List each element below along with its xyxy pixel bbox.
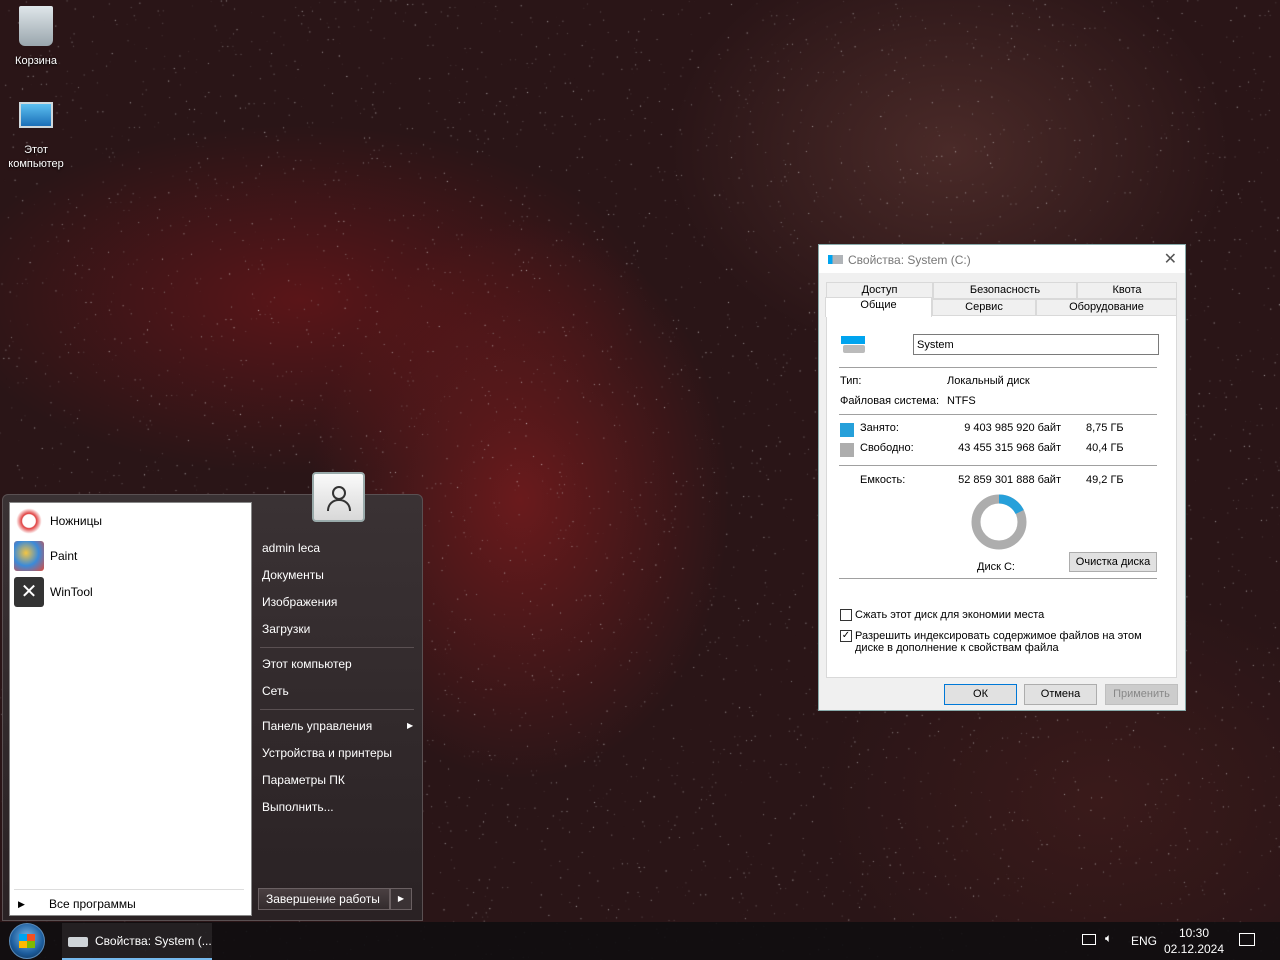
volume-name-input[interactable]: [913, 334, 1159, 355]
clock[interactable]: 10:30 02.12.2024: [1160, 925, 1228, 957]
notifications-icon[interactable]: [1239, 933, 1255, 946]
windows-logo-icon: [19, 934, 35, 948]
separator: [839, 465, 1157, 466]
menu-item-pc-settings[interactable]: Параметры ПК: [262, 773, 345, 787]
separator: [260, 709, 414, 710]
program-wintool[interactable]: ✕ WinTool: [14, 576, 93, 608]
clock-time: 10:30: [1178, 926, 1210, 940]
used-color-swatch: [840, 423, 854, 437]
menu-item-user[interactable]: admin leca: [262, 541, 320, 555]
taskbar-task-properties[interactable]: Свойства: System (...: [62, 923, 212, 960]
close-icon[interactable]: ✕: [1164, 249, 1177, 269]
compress-label: Сжать этот диск для экономии места: [855, 609, 1045, 621]
menu-item-documents[interactable]: Документы: [262, 568, 324, 582]
capacity-gb: 49,2 ГБ: [1086, 474, 1124, 486]
program-label: WinTool: [50, 585, 93, 599]
cancel-button[interactable]: Отмена: [1024, 684, 1097, 705]
used-gb: 8,75 ГБ: [1086, 422, 1124, 434]
start-menu-programs: Ножницы Paint ✕ WinTool ▶ Все программы: [9, 502, 252, 916]
all-programs-label: Все программы: [49, 897, 136, 911]
shutdown-options-button[interactable]: ▶: [390, 888, 412, 910]
separator: [839, 578, 1157, 579]
program-snipping-tool[interactable]: Ножницы: [14, 505, 102, 537]
all-programs-button[interactable]: ▶ Все программы: [18, 896, 244, 914]
menu-item-downloads[interactable]: Загрузки: [262, 622, 310, 636]
recycle-bin-icon: [19, 6, 53, 46]
free-bytes: 43 455 315 968 байт: [958, 442, 1061, 454]
tab-service[interactable]: Сервис: [932, 299, 1036, 316]
index-checkbox[interactable]: ✓: [840, 630, 852, 642]
disk-cleanup-button[interactable]: Очистка диска: [1069, 552, 1157, 572]
disk-usage-donut: [971, 494, 1027, 550]
volume-icon[interactable]: 🔈︎: [1105, 931, 1112, 946]
used-label: Занято:: [860, 422, 899, 434]
desktop-icon-label: Этот компьютер: [8, 144, 64, 170]
drive-icon: [828, 255, 843, 264]
menu-item-pictures[interactable]: Изображения: [262, 595, 337, 609]
wintool-icon: ✕: [14, 577, 44, 607]
separator: [14, 889, 244, 890]
arrow-right-icon: ▶: [407, 721, 414, 730]
arrow-right-icon: ▶: [18, 899, 25, 909]
type-label: Тип:: [840, 375, 862, 387]
menu-item-run[interactable]: Выполнить...: [262, 800, 334, 814]
tab-quota[interactable]: Квота: [1077, 282, 1177, 299]
dialog-title: Свойства: System (C:): [848, 253, 971, 267]
apply-button[interactable]: Применить: [1105, 684, 1178, 705]
properties-dialog: Свойства: System (C:) ✕ Доступ Безопасно…: [818, 244, 1186, 711]
start-button[interactable]: [9, 923, 45, 959]
title-bar: Свойства: System (C:) ✕: [819, 245, 1185, 273]
general-tab-panel: Тип: Локальный диск Файловая система: NT…: [826, 315, 1177, 678]
computer-icon: [19, 102, 53, 128]
program-label: Ножницы: [50, 514, 103, 528]
ok-button[interactable]: ОК: [944, 684, 1017, 705]
filesystem-value: NTFS: [947, 395, 976, 407]
clock-date: 02.12.2024: [1163, 942, 1225, 956]
program-label: Paint: [50, 549, 78, 563]
tab-security[interactable]: Безопасность: [933, 282, 1077, 299]
menu-item-this-pc[interactable]: Этот компьютер: [262, 657, 352, 671]
free-gb: 40,4 ГБ: [1086, 442, 1124, 454]
separator: [839, 367, 1157, 368]
menu-item-control-panel[interactable]: Панель управления: [262, 719, 372, 733]
task-label: Свойства: System (...: [95, 934, 212, 948]
capacity-label: Емкость:: [860, 474, 906, 486]
user-picture[interactable]: [312, 472, 365, 522]
free-color-swatch: [840, 443, 854, 457]
separator: [839, 414, 1157, 415]
type-value: Локальный диск: [947, 375, 1030, 387]
paint-icon: [14, 541, 44, 571]
filesystem-label: Файловая система:: [840, 395, 940, 407]
index-label-cont: диске в дополнение к свойствам файла: [855, 642, 1059, 654]
compress-checkbox[interactable]: [840, 609, 852, 621]
snipping-tool-icon: [14, 506, 44, 536]
used-bytes: 9 403 985 920 байт: [964, 422, 1061, 434]
language-indicator[interactable]: ENG: [1131, 934, 1157, 948]
separator: [260, 647, 414, 648]
user-icon: [326, 486, 351, 512]
drive-icon: [68, 937, 88, 947]
shutdown-button[interactable]: Завершение работы: [258, 888, 390, 910]
tab-general[interactable]: Общие: [825, 297, 932, 317]
program-paint[interactable]: Paint: [14, 540, 77, 572]
desktop-icon-recycle-bin[interactable]: Корзина: [0, 6, 72, 67]
menu-item-devices-printers[interactable]: Устройства и принтеры: [262, 746, 392, 760]
tab-hardware[interactable]: Оборудование: [1036, 299, 1177, 316]
free-label: Свободно:: [860, 442, 914, 454]
capacity-bytes: 52 859 301 888 байт: [958, 474, 1061, 486]
desktop-icon-computer[interactable]: Этот компьютер: [0, 102, 72, 171]
index-label: Разрешить индексировать содержимое файло…: [855, 630, 1142, 642]
desktop-icon-label: Корзина: [15, 55, 57, 67]
menu-item-network[interactable]: Сеть: [262, 684, 289, 698]
drive-icon: [841, 336, 865, 356]
disk-label: Диск C:: [977, 561, 1015, 573]
network-icon[interactable]: [1082, 934, 1096, 945]
